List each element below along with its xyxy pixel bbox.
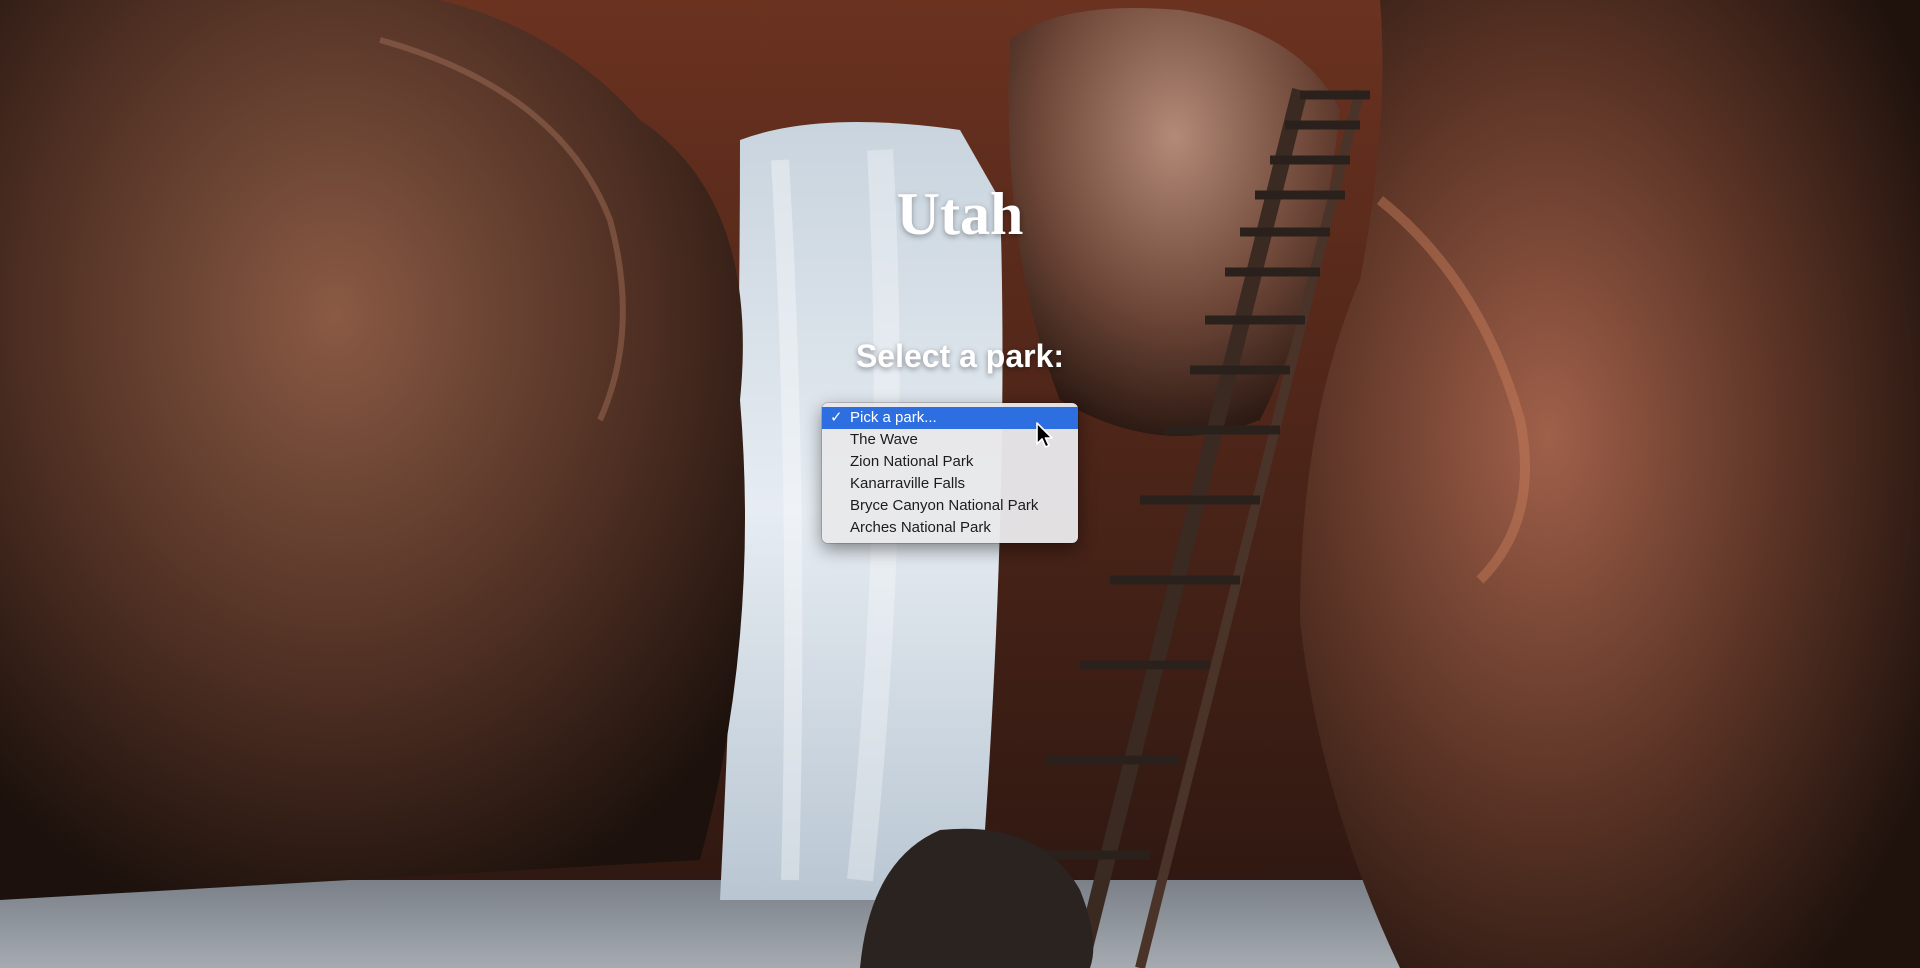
page-content: Utah Select a park: ✓ Pick a park... The…: [0, 0, 1920, 968]
option-arches-national-park[interactable]: Arches National Park: [822, 517, 1078, 539]
option-label: Arches National Park: [850, 519, 991, 536]
option-label: Zion National Park: [850, 453, 974, 470]
option-label: Bryce Canyon National Park: [850, 497, 1039, 514]
option-bryce-canyon-national-park[interactable]: Bryce Canyon National Park: [822, 495, 1078, 517]
page-title: Utah: [896, 181, 1024, 247]
option-label: Kanarraville Falls: [850, 475, 966, 492]
select-prompt: Select a park:: [855, 338, 1065, 374]
checkmark-icon: ✓: [830, 409, 843, 426]
option-label: The Wave: [850, 431, 918, 448]
option-label: Pick a park...: [850, 409, 937, 426]
mouse-pointer-icon: [1036, 422, 1053, 448]
option-zion-national-park[interactable]: Zion National Park: [822, 451, 1078, 473]
option-kanarraville-falls[interactable]: Kanarraville Falls: [822, 473, 1078, 495]
